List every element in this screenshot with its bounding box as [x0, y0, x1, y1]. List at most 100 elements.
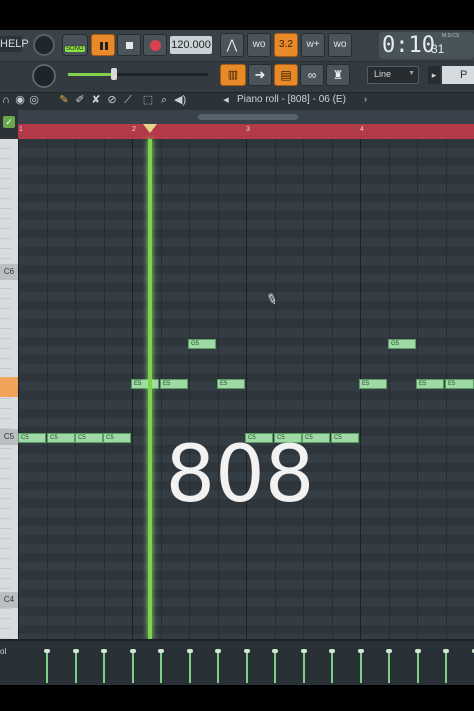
ruler-left-box[interactable]: ✓	[0, 110, 18, 139]
velocity-stem[interactable]	[303, 653, 305, 683]
select-icon[interactable]: ⬚	[142, 93, 154, 107]
wait-record-icon[interactable]: wo	[247, 33, 271, 57]
note-c5[interactable]: C5	[75, 433, 103, 443]
velocity-stem[interactable]	[274, 653, 276, 683]
velocity-handle[interactable]	[272, 649, 278, 653]
velocity-handle[interactable]	[215, 649, 221, 653]
grid-line	[18, 139, 19, 639]
velocity-handle[interactable]	[244, 649, 250, 653]
play-circle-icon[interactable]: ◉	[14, 93, 26, 107]
note-c5[interactable]: C5	[47, 433, 75, 443]
velocity-stem[interactable]	[217, 653, 219, 683]
delete-icon[interactable]: ✘	[90, 93, 102, 107]
piano-keyboard[interactable]: C6 C5 C4	[0, 139, 18, 639]
pattern-song-switch[interactable]: SONG	[62, 34, 88, 56]
stop-button[interactable]	[117, 34, 141, 56]
record-button[interactable]	[143, 34, 167, 56]
title-arrow-icon: ›	[364, 94, 367, 104]
pencil-icon[interactable]: ✎	[58, 93, 70, 107]
brush-icon[interactable]: ✐	[74, 93, 86, 107]
horizontal-scrollbar[interactable]	[18, 110, 474, 124]
speaker-icon[interactable]: ◀)	[174, 93, 186, 107]
mute-icon[interactable]: ⊘	[106, 93, 118, 107]
timeline-ruler[interactable]: 1 2 3 4	[18, 124, 474, 139]
volume-fill	[68, 73, 113, 76]
paste-icon[interactable]: ▤	[274, 64, 298, 86]
step-edit-icon[interactable]: w+	[301, 33, 325, 57]
note-c5[interactable]: C5	[331, 433, 359, 443]
note-g5[interactable]: G5	[388, 339, 416, 349]
note-c5[interactable]: C5	[18, 433, 46, 443]
window-arrow-icon[interactable]: ◂	[220, 93, 232, 107]
velocity-handle[interactable]	[44, 649, 50, 653]
velocity-stem[interactable]	[103, 653, 105, 683]
record-circle-icon[interactable]: ◎	[28, 93, 40, 107]
help-menu[interactable]: HELP	[0, 36, 29, 52]
chevron-down-icon: ▼	[408, 70, 415, 77]
loop-record-icon[interactable]: wo	[328, 33, 352, 57]
note-c5[interactable]: C5	[103, 433, 131, 443]
velocity-lane[interactable]: ol	[0, 639, 474, 685]
note-e5[interactable]: E5	[217, 379, 245, 389]
hat-icon[interactable]: ♜	[326, 64, 350, 86]
pitch-knob[interactable]	[32, 64, 56, 88]
countdown-icon[interactable]: 3.2	[274, 33, 298, 57]
velocity-stem[interactable]	[132, 653, 134, 683]
snap-select[interactable]: Line ▼	[367, 66, 419, 84]
velocity-stem[interactable]	[417, 653, 419, 683]
velocity-stem[interactable]	[246, 653, 248, 683]
note-e5[interactable]: E5	[416, 379, 444, 389]
velocity-stem[interactable]	[445, 653, 447, 683]
zoom-icon[interactable]: ⌕	[158, 93, 170, 107]
master-volume-slider[interactable]	[68, 68, 208, 80]
velocity-handle[interactable]	[415, 649, 421, 653]
master-knob[interactable]	[33, 34, 55, 56]
velocity-handle[interactable]	[443, 649, 449, 653]
velocity-stem[interactable]	[388, 653, 390, 683]
velocity-handle[interactable]	[73, 649, 79, 653]
scroll-handle[interactable]	[198, 114, 298, 120]
pattern-arrow-icon[interactable]: ▸	[428, 66, 440, 84]
velocity-stem[interactable]	[331, 653, 333, 683]
magnet-icon[interactable]: ∩	[0, 93, 12, 107]
velocity-stem[interactable]	[160, 653, 162, 683]
velocity-stem[interactable]	[360, 653, 362, 683]
tempo-display[interactable]: 120.000	[170, 36, 212, 54]
link-icon[interactable]: ∞	[300, 64, 324, 86]
grid-line	[417, 139, 418, 639]
pause-button[interactable]	[91, 34, 115, 56]
velocity-stem[interactable]	[46, 653, 48, 683]
piano-roll-title: Piano roll - [808] - 06 (E)	[237, 94, 346, 105]
note-grid[interactable]	[18, 139, 474, 639]
time-display[interactable]: 0:10 31 M:S:CS	[379, 32, 474, 59]
note-e5[interactable]: E5	[445, 379, 474, 389]
pattern-selector[interactable]: P	[442, 66, 474, 84]
key-label-c5: C5	[0, 429, 18, 445]
arrow-right-icon[interactable]: ➜	[248, 64, 272, 86]
velocity-handle[interactable]	[329, 649, 335, 653]
velocity-stem[interactable]	[75, 653, 77, 683]
grid-line	[75, 139, 76, 639]
metronome-icon[interactable]: ⋀	[220, 33, 244, 57]
highlighted-key[interactable]	[0, 377, 18, 397]
typing-keyboard-icon[interactable]: ▥	[220, 64, 246, 86]
velocity-handle[interactable]	[158, 649, 164, 653]
note-g5[interactable]: G5	[188, 339, 216, 349]
velocity-handle[interactable]	[301, 649, 307, 653]
grid-line	[275, 139, 276, 639]
velocity-handle[interactable]	[187, 649, 193, 653]
slice-icon[interactable]: ⟋	[122, 93, 134, 107]
playhead-marker-icon[interactable]	[143, 124, 157, 133]
velocity-stem[interactable]	[189, 653, 191, 683]
velocity-handle[interactable]	[130, 649, 136, 653]
grid-line	[104, 139, 105, 639]
playhead-line[interactable]	[148, 139, 152, 639]
volume-handle[interactable]	[111, 68, 117, 80]
note-e5[interactable]: E5	[131, 379, 159, 389]
time-value: 0:10	[382, 33, 435, 58]
velocity-handle[interactable]	[101, 649, 107, 653]
velocity-handle[interactable]	[386, 649, 392, 653]
note-e5[interactable]: E5	[160, 379, 188, 389]
velocity-handle[interactable]	[358, 649, 364, 653]
note-e5[interactable]: E5	[359, 379, 387, 389]
